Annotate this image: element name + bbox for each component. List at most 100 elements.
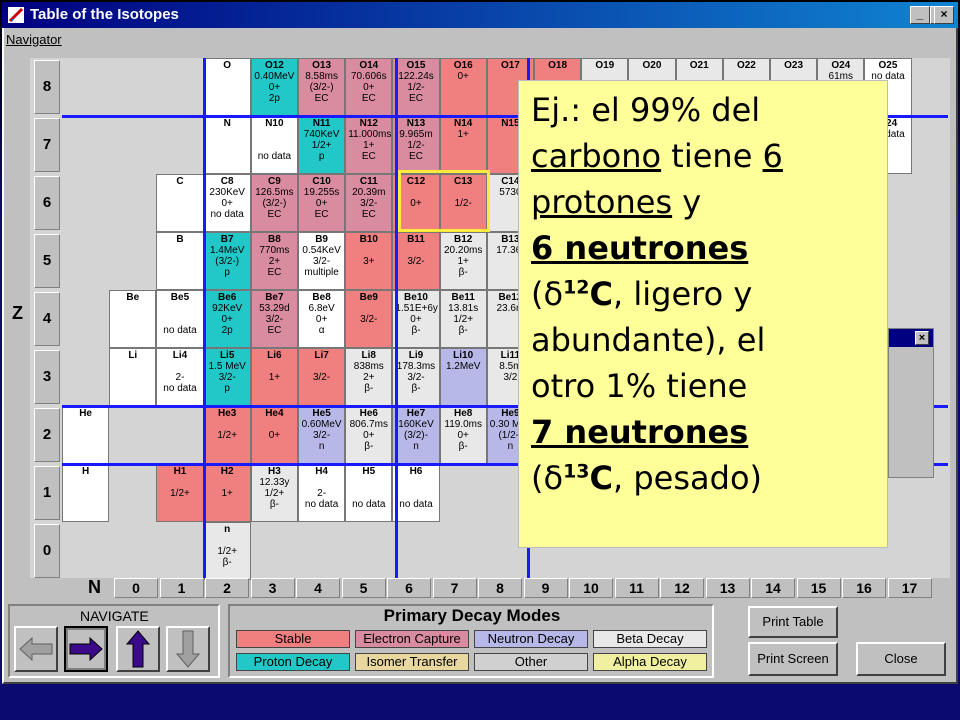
n-column-label: 1 [159,578,204,598]
isotope-cell[interactable]: O16 0+ [439,58,487,116]
isotope-cell[interactable]: N14 1+ [439,116,487,174]
print-screen-button[interactable]: Print Screen [748,642,838,676]
isotope-cell[interactable]: Be6 92KeV 0+ 2p [203,290,251,348]
isotope-cell[interactable]: H2 1+ [203,464,251,522]
nav-down-button[interactable] [166,626,210,672]
isotope-cell[interactable]: He6 806.7ms 0+ β- [345,406,393,464]
isotope-detail: EC [361,209,376,220]
isotope-cell[interactable]: C [156,174,204,232]
isotope-detail: 1+ [268,372,281,383]
isotope-detail: (3/2-) [262,198,287,209]
isotope-symbol: O21 [689,60,709,71]
isotope-cell[interactable]: Be11 13.81s 1/2+ β- [439,290,487,348]
isotope-symbol: O24 [831,60,851,71]
isotope-symbol: O13 [312,60,332,71]
isotope-cell[interactable]: Be5 no data [156,290,204,348]
isotope-cell[interactable]: He [62,406,110,464]
isotope-detail: 0+ [315,198,328,209]
print-table-button[interactable]: Print Table [748,606,838,638]
isotope-cell[interactable]: C8 230KeV 0+ no data [203,174,251,232]
isotope-cell[interactable]: O15 122.24s 1/2- EC [392,58,440,116]
isotope-cell[interactable]: B [156,232,204,290]
isotope-cell[interactable]: H5 no data [345,464,393,522]
isotope-cell[interactable]: O14 70.606s 0+ EC [345,58,393,116]
isotope-symbol: O15 [406,60,426,71]
isotope-cell[interactable]: N10 no data [250,116,298,174]
isotope-detail: EC [314,93,329,104]
isotope-symbol: B [176,234,184,245]
isotope-cell[interactable]: O13 8.58ms (3/2-) EC [298,58,346,116]
isotope-detail: multiple [304,267,339,278]
isotope-cell[interactable]: H3 12.33y 1/2+ β- [250,464,298,522]
isotope-cell[interactable]: C10 19.255s 0+ EC [298,174,346,232]
isotope-detail: 70.606s [350,71,387,82]
isotope-cell[interactable]: B7 1.4MeV (3/2-) p [203,232,251,290]
isotope-cell[interactable]: Li10 1.2MeV [439,348,487,406]
isotope-cell[interactable]: H [62,464,110,522]
popup-close-button[interactable]: × [915,331,929,345]
isotope-cell[interactable]: Li5 1.5 MeV 3/2- p [203,348,251,406]
isotope-symbol: O18 [548,60,568,71]
isotope-cell[interactable]: Li9 178.3ms 3/2- β- [392,348,440,406]
isotope-cell[interactable]: O [203,58,251,116]
isotope-cell[interactable]: Li6 1+ [250,348,298,406]
isotope-cell[interactable]: Be7 53.29d 3/2- EC [250,290,298,348]
n-column-label: 12 [660,578,704,598]
isotope-detail: 9.965m [399,129,433,140]
isotope-cell[interactable]: O12 0.40MeV 0+ 2p [250,58,298,116]
isotope-detail [395,245,436,256]
nav-up-button[interactable] [116,626,160,672]
isotope-detail: 3+ [363,256,375,267]
explanation-callout: Ej.: el 99% del carbono tiene 6 protones… [518,80,888,548]
isotope-symbol: Li8 [361,350,376,361]
isotope-cell[interactable]: He7 160KeV (3/2)- n [392,406,440,464]
callout-c-12: C [589,275,613,313]
isotope-cell[interactable]: He8 119.0ms 0+ β- [439,406,487,464]
isotope-cell[interactable]: B11 3/2- [392,232,440,290]
isotope-cell[interactable]: Li4 2- no data [156,348,204,406]
minimize-button[interactable]: _ [910,6,930,24]
isotope-cell[interactable]: B12 20.20ms 1+ β- [439,232,487,290]
isotope-cell[interactable]: C9 126.5ms (3/2-) EC [250,174,298,232]
isotope-cell[interactable]: Be [109,290,157,348]
isotope-cell[interactable]: H1 1/2+ [156,464,204,522]
nav-right-button[interactable] [64,626,108,672]
isotope-cell[interactable]: C11 20.39m 3/2- EC [345,174,393,232]
close-window-button[interactable]: × [934,6,954,24]
isotope-detail [301,477,342,488]
isotope-symbol: H2 [220,466,234,477]
isotope-cell[interactable]: N13 9.965m 1/2- EC [392,116,440,174]
isotope-cell[interactable]: B10 3+ [345,232,393,290]
isotope-cell[interactable]: He5 0.60MeV 3/2- n [298,406,346,464]
nav-left-button[interactable] [14,626,58,672]
isotope-cell[interactable]: H6 no data [392,464,440,522]
isotope-cell[interactable]: He3 1/2+ [203,406,251,464]
menu-navigator[interactable]: Navigator [6,32,62,47]
legend-item: Isomer Transfer [355,653,469,671]
isotope-cell[interactable]: He4 0+ [250,406,298,464]
isotope-cell[interactable]: N [203,116,251,174]
isotope-detail: 11.000ms [348,129,392,140]
n-column-label: 13 [705,578,750,598]
z-row-label: 6 [34,176,60,230]
isotope-cell[interactable]: Be8 6.8eV 0+ α [298,290,346,348]
isotope-detail [207,419,248,430]
isotope-symbol: Be11 [451,292,475,303]
isotope-detail: 770ms [259,245,290,256]
isotope-cell[interactable]: B9 0.54KeV 3/2- multiple [298,232,346,290]
isotope-cell[interactable]: B8 770ms 2+ EC [250,232,298,290]
isotope-detail [301,361,342,372]
isotope-detail: 126.5ms [255,187,294,198]
close-button[interactable]: Close [856,642,946,676]
isotope-cell[interactable]: n 1/2+ β- [203,522,251,580]
isotope-cell[interactable]: H4 2- no data [298,464,346,522]
navigate-title: NAVIGATE [80,608,149,624]
isotope-cell[interactable]: Li8 838ms 2+ β- [345,348,393,406]
isotope-cell[interactable]: Be10 1.51E+6y 0+ β- [392,290,440,348]
isotope-cell[interactable]: N11 740KeV 1/2+ p [298,116,346,174]
isotope-detail: 0+ [457,71,469,82]
isotope-cell[interactable]: Li7 3/2- [298,348,346,406]
isotope-cell[interactable]: Be9 3/2- [345,290,393,348]
isotope-cell[interactable]: N12 11.000ms 1+ EC [345,116,393,174]
isotope-cell[interactable]: Li [109,348,157,406]
